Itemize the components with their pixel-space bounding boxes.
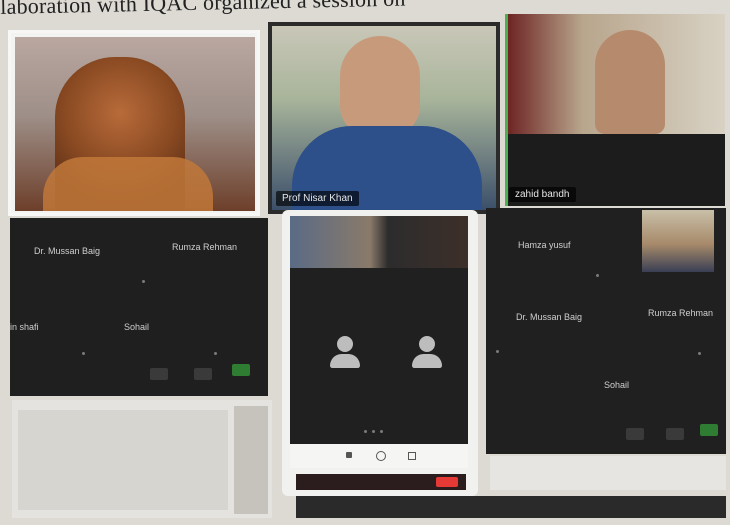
gallery-grid-left: Dr. Mussan Baig Rumza Rehman in shafi So… bbox=[10, 218, 268, 396]
phone-screenshot bbox=[282, 210, 478, 496]
participant-avatar-left bbox=[330, 336, 360, 376]
participant-video bbox=[15, 37, 255, 211]
video-tile-2: Prof Nisar Khan bbox=[268, 22, 500, 214]
grid-participant-name: Sohail bbox=[604, 380, 630, 390]
page-indicator bbox=[380, 430, 383, 433]
grid-participant-name: Dr. Mussan Baig bbox=[516, 312, 583, 322]
screen-share-thumbnail bbox=[12, 400, 272, 518]
phone-call-area bbox=[290, 268, 468, 444]
side-panel bbox=[234, 406, 268, 514]
grid-participant-name: Rumza Rehman bbox=[648, 308, 714, 318]
phone-bottom-strip bbox=[296, 474, 466, 490]
phone-nav-bar bbox=[290, 444, 468, 468]
participant-scarf bbox=[43, 157, 213, 211]
participant-avatar-right bbox=[412, 336, 442, 376]
shared-slide bbox=[18, 410, 228, 510]
gallery-grid-right: Hamza yusuf Dr. Mussan Baig Rumza Rehman… bbox=[486, 208, 726, 454]
participant-name-tag: zahid bandh bbox=[509, 187, 576, 202]
grid-participant-name: Hamza yusuf bbox=[518, 240, 571, 250]
grid-participant-name: Rumza Rehman bbox=[172, 242, 238, 252]
back-nav-icon[interactable] bbox=[346, 452, 352, 458]
page-indicator bbox=[372, 430, 375, 433]
grid-dot bbox=[82, 352, 85, 355]
participant-figure bbox=[595, 30, 665, 134]
video-tile-3: zahid bandh bbox=[505, 14, 725, 206]
participants-button[interactable] bbox=[666, 428, 684, 440]
grid-dot bbox=[698, 352, 701, 355]
self-view-thumbnail bbox=[642, 210, 714, 272]
grid-participant-name: Dr. Mussan Baig bbox=[34, 246, 101, 256]
bottom-dark-strip bbox=[296, 496, 726, 518]
participant-video bbox=[505, 14, 725, 134]
right-bottom-panel bbox=[490, 456, 726, 490]
mic-button[interactable] bbox=[626, 428, 644, 440]
page-indicator bbox=[364, 430, 367, 433]
grid-dot bbox=[496, 350, 499, 353]
participant-figure bbox=[340, 36, 420, 136]
grid-participant-name: Sohail bbox=[124, 322, 150, 332]
mic-button[interactable] bbox=[150, 368, 168, 380]
active-speaker-border bbox=[505, 14, 508, 206]
grid-participant-name: in shafi bbox=[10, 322, 39, 332]
grid-dot bbox=[596, 274, 599, 277]
participants-button[interactable] bbox=[194, 368, 212, 380]
end-call-button[interactable] bbox=[436, 477, 458, 487]
share-button[interactable] bbox=[232, 364, 250, 376]
video-tile-1 bbox=[8, 30, 260, 216]
grid-dot bbox=[214, 352, 217, 355]
participant-video: Prof Nisar Khan bbox=[272, 26, 496, 210]
share-button[interactable] bbox=[700, 424, 718, 436]
home-nav-icon[interactable] bbox=[376, 451, 386, 461]
recent-nav-icon[interactable] bbox=[408, 452, 416, 460]
grid-dot bbox=[142, 280, 145, 283]
participant-name-tag: Prof Nisar Khan bbox=[276, 191, 359, 206]
phone-video-strip bbox=[290, 216, 468, 268]
